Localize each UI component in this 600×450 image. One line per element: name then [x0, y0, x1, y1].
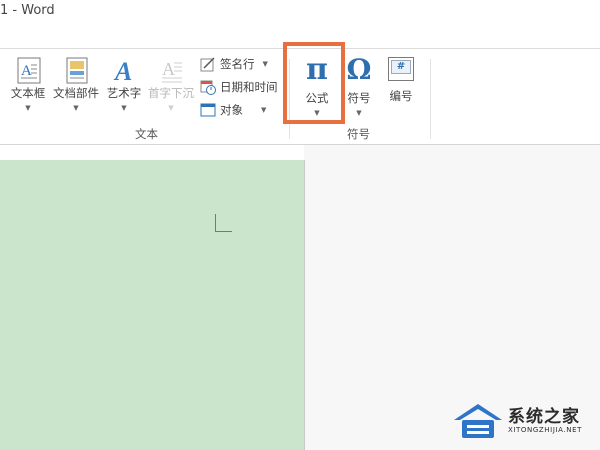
- wordart-label: 艺术字: [106, 86, 142, 100]
- object-icon: [200, 103, 216, 117]
- watermark-logo: 系统之家 XITONGZHIJIA.NET: [450, 398, 600, 444]
- number-button[interactable]: # 编号: [382, 57, 420, 104]
- drop-cap-button[interactable]: A 首字下沉 ▼: [145, 55, 197, 112]
- symbol-label: 符号: [347, 91, 371, 105]
- watermark-name: 系统之家: [508, 407, 580, 427]
- group-label-text: 文本: [135, 127, 158, 141]
- chevron-down-icon: ▼: [73, 104, 79, 112]
- page-margin-top: [0, 145, 304, 160]
- signature-line-label: 签名行: [220, 57, 255, 71]
- date-time-icon: [200, 80, 216, 95]
- svg-text:A: A: [21, 63, 32, 79]
- chevron-down-icon: ▼: [25, 104, 31, 112]
- svg-text:A: A: [162, 59, 175, 79]
- chevron-down-icon: ▼: [121, 104, 127, 112]
- highlight-box: [283, 42, 345, 124]
- watermark-url: XITONGZHIJIA.NET: [508, 426, 582, 434]
- quick-parts-button[interactable]: 文档部件 ▼: [50, 55, 102, 112]
- chevron-down-icon: ▼: [262, 60, 268, 68]
- text-box-icon: A: [17, 57, 41, 84]
- group-label-symbols: 符号: [347, 127, 370, 141]
- symbol-button[interactable]: Ω 符号 ▼: [340, 53, 378, 117]
- number-label: 编号: [389, 89, 413, 103]
- margin-corner-mark: [215, 214, 232, 232]
- symbol-omega-icon: Ω: [346, 53, 372, 86]
- chevron-down-icon: ▼: [168, 104, 174, 112]
- text-box-label: 文本框: [10, 86, 46, 100]
- window-title: 1 - Word: [0, 3, 55, 18]
- document-page[interactable]: [0, 160, 305, 450]
- signature-line-button[interactable]: 签名行 ▼: [200, 55, 268, 73]
- wordart-icon: A: [113, 57, 132, 85]
- group-divider: [430, 59, 431, 139]
- chevron-down-icon: ▼: [261, 106, 267, 114]
- drop-cap-label: 首字下沉: [148, 86, 194, 100]
- quick-parts-label: 文档部件: [53, 86, 99, 100]
- object-label: 对象: [220, 103, 243, 117]
- signature-line-icon: [200, 57, 215, 72]
- drop-cap-icon: A: [162, 59, 182, 83]
- chevron-down-icon: ▼: [356, 109, 362, 117]
- object-button[interactable]: 对象 ▼: [200, 101, 266, 119]
- text-box-button[interactable]: A 文本框 ▼: [6, 55, 50, 112]
- number-icon: #: [388, 57, 414, 81]
- date-time-label: 日期和时间: [220, 80, 278, 94]
- house-logo-icon: [454, 404, 502, 438]
- svg-text:A: A: [113, 57, 132, 85]
- date-time-button[interactable]: 日期和时间: [200, 78, 278, 96]
- quick-parts-icon: [66, 57, 88, 84]
- wordart-button[interactable]: A 艺术字 ▼: [104, 55, 144, 112]
